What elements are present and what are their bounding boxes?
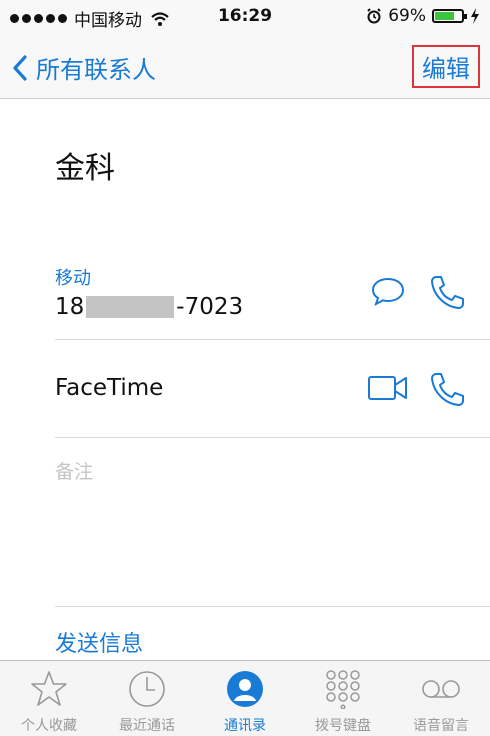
phone-number[interactable]: 18 -7023 [55, 294, 243, 320]
phone-call-icon[interactable] [428, 274, 466, 310]
chevron-left-icon [13, 54, 27, 81]
tab-label: 最近通话 [119, 718, 175, 734]
status-bar: 中国移动 16:29 69% [0, 0, 490, 34]
facetime-audio-icon[interactable] [428, 371, 466, 407]
notes-field[interactable]: 备注 [55, 457, 93, 484]
contacts-icon [227, 671, 263, 707]
phone-number-suffix: -7023 [176, 294, 244, 320]
back-button-label: 所有联系人 [36, 56, 156, 84]
alarm-icon [367, 8, 381, 24]
edit-button[interactable]: 编辑 [412, 45, 480, 88]
send-message-button[interactable]: 发送信息 [55, 626, 143, 658]
tab-label: 语音留言 [413, 718, 469, 734]
battery-fill [435, 12, 455, 20]
tab-keypad[interactable]: 拨号键盘 [294, 661, 392, 736]
tab-recents[interactable]: 最近通话 [98, 661, 196, 736]
battery-icon [432, 9, 467, 23]
tab-label: 通讯录 [224, 718, 266, 734]
tab-bar: 个人收藏 最近通话 通讯录 拨号键盘 语音留言 [0, 660, 490, 736]
tab-voicemail[interactable]: 语音留言 [392, 661, 490, 736]
voicemail-icon [422, 680, 460, 698]
clock-icon [129, 671, 165, 707]
phone-number-redaction [86, 296, 175, 318]
phone-number-prefix: 18 [55, 294, 85, 320]
back-button[interactable]: 所有联系人 [12, 50, 156, 85]
star-icon [31, 671, 67, 706]
tab-contacts[interactable]: 通讯录 [196, 661, 294, 736]
contact-name: 金科 [55, 151, 115, 186]
facetime-label: FaceTime [55, 375, 164, 401]
battery-percent: 69% [388, 6, 426, 26]
row-divider [55, 339, 490, 340]
row-divider [55, 437, 490, 438]
keypad-icon [326, 670, 360, 709]
video-call-icon[interactable] [367, 374, 409, 402]
message-icon[interactable] [370, 276, 406, 308]
navigation-bar: 所有联系人 编辑 [0, 34, 490, 99]
charging-icon [471, 8, 479, 24]
row-divider [55, 606, 490, 607]
tab-label: 拨号键盘 [315, 718, 371, 734]
status-right: 69% [366, 6, 480, 26]
tab-label: 个人收藏 [21, 718, 77, 734]
tab-favorites[interactable]: 个人收藏 [0, 661, 98, 736]
phone-type-label: 移动 [55, 268, 91, 289]
